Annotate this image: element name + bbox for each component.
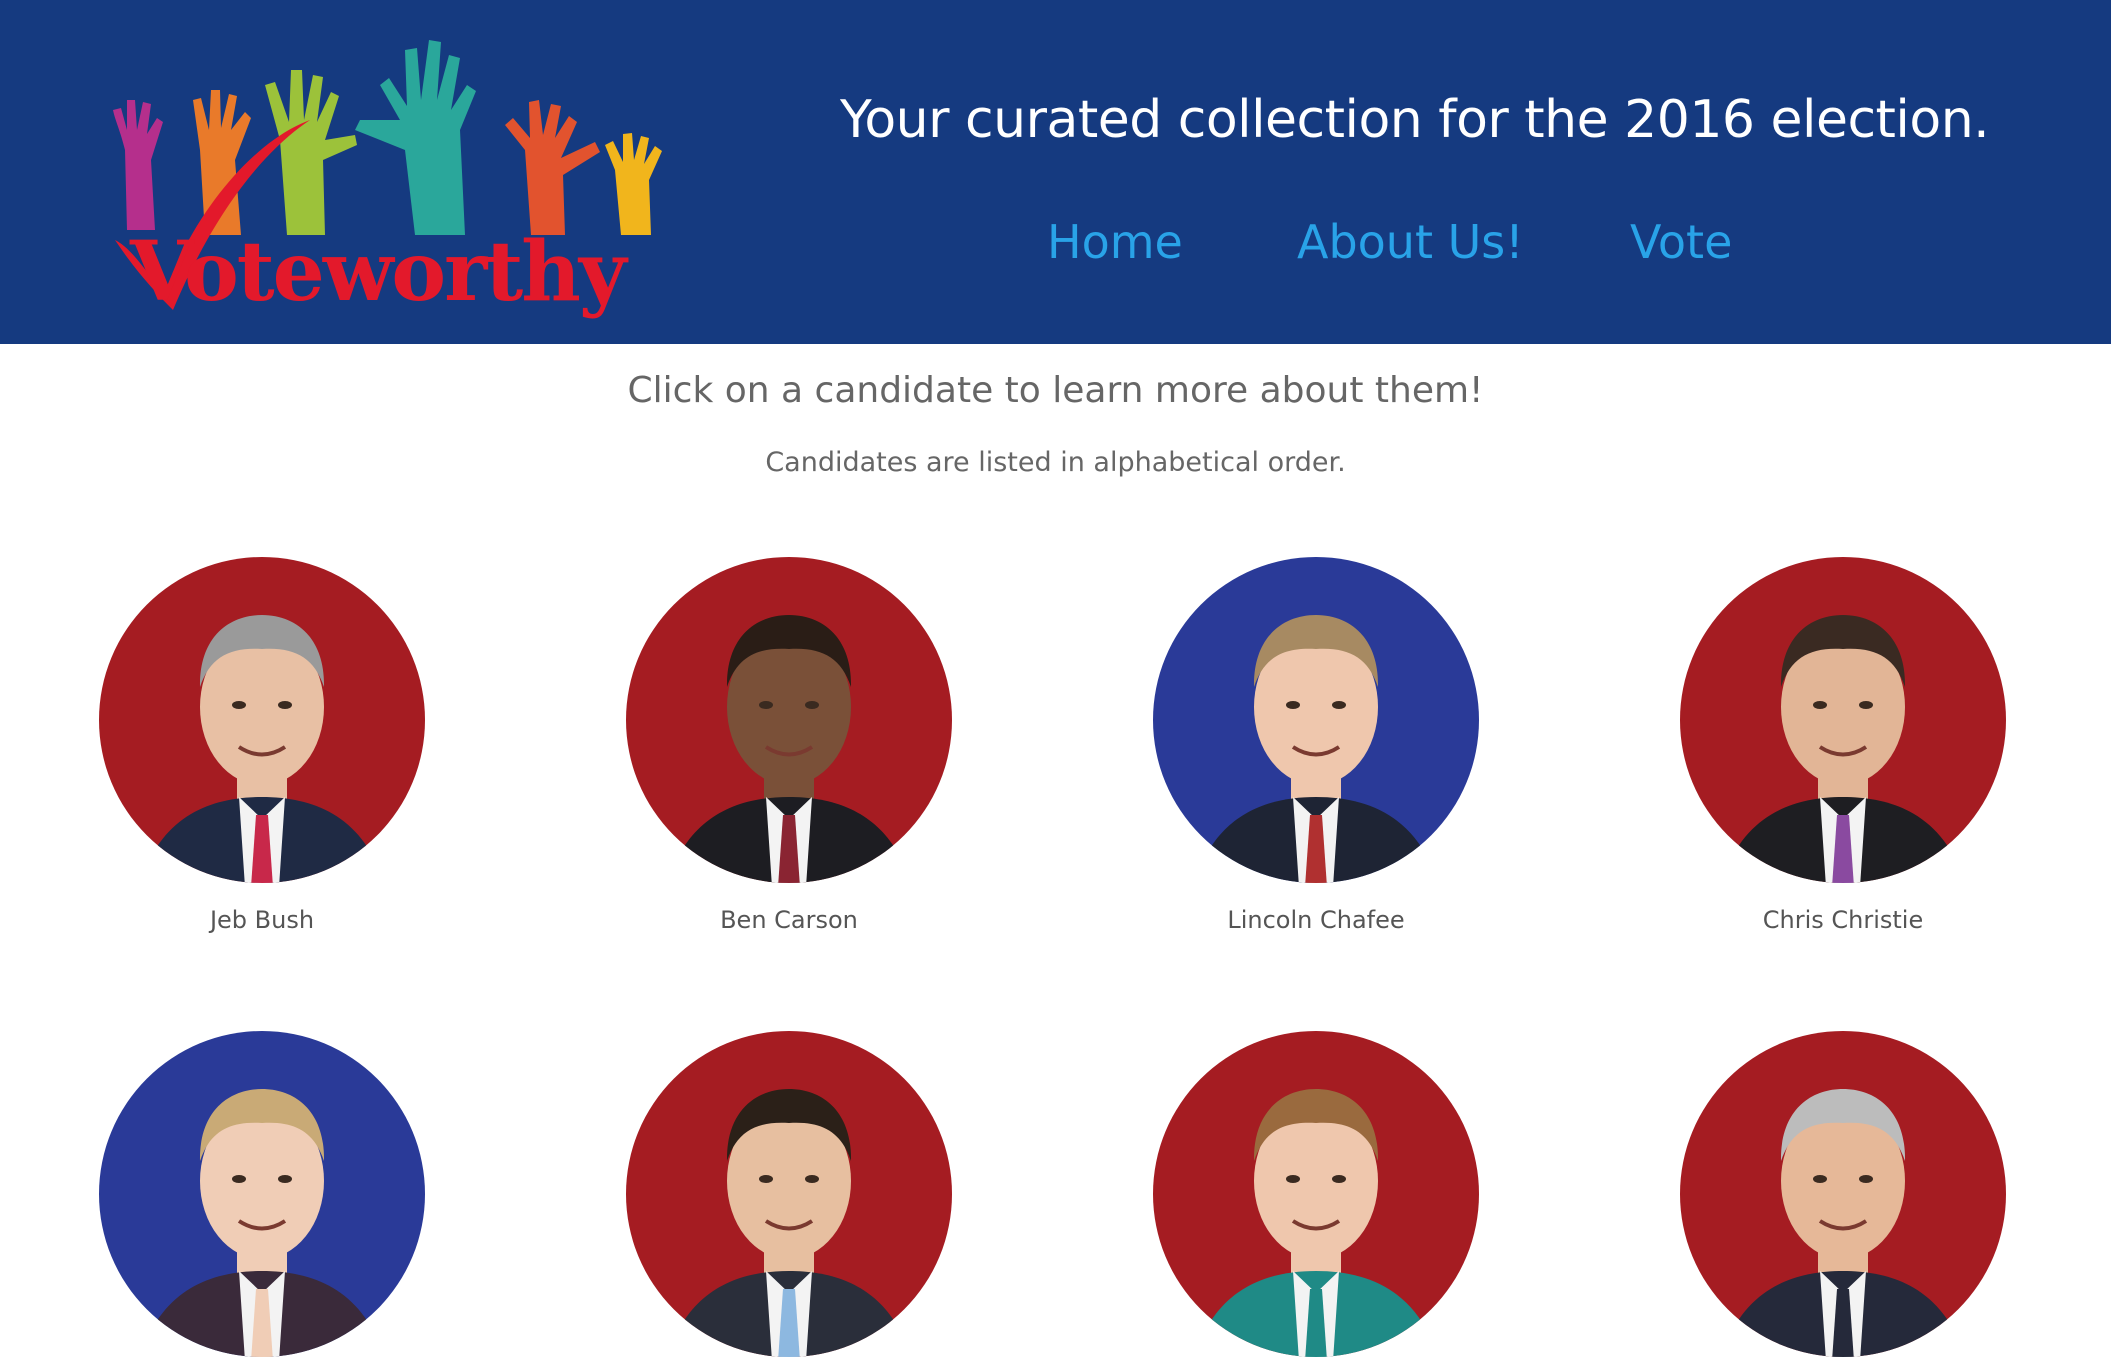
candidate-photo-placeholder — [667, 615, 911, 883]
candidate-photo-placeholder — [1194, 1089, 1438, 1357]
candidate-photo[interactable] — [626, 557, 952, 883]
site-header: Voteworthy Your curated collection for t… — [0, 0, 2111, 344]
candidate-photo[interactable] — [99, 557, 425, 883]
candidate-photo[interactable] — [1153, 557, 1479, 883]
candidate-name[interactable]: Chris Christie — [1678, 906, 2008, 934]
intro-subheading: Candidates are listed in alphabetical or… — [765, 447, 1346, 478]
site-tagline: Your curated collection for the 2016 ele… — [840, 90, 1990, 150]
candidate-photo-placeholder — [1721, 615, 1965, 883]
candidate-name[interactable]: Ben Carson — [624, 906, 954, 934]
candidate-name[interactable]: Lincoln Chafee — [1151, 906, 1481, 934]
candidate-photo-placeholder — [140, 615, 384, 883]
candidate-photo-placeholder — [667, 1089, 911, 1357]
nav-home-link[interactable]: Home — [1047, 215, 1183, 269]
hands-graphic — [113, 40, 662, 235]
candidate-photo-placeholder — [140, 1089, 384, 1357]
main-nav: Home About Us! Vote — [0, 215, 2111, 275]
nav-vote-link[interactable]: Vote — [1630, 215, 1732, 269]
candidate-photo-placeholder — [1194, 615, 1438, 883]
candidate-name[interactable]: Jeb Bush — [97, 906, 427, 934]
voteworthy-logo[interactable]: Voteworthy — [55, 30, 705, 320]
nav-about-link[interactable]: About Us! — [1297, 215, 1524, 269]
candidate-photo[interactable] — [1153, 1031, 1479, 1357]
candidate-photo[interactable] — [1680, 1031, 2006, 1357]
intro-heading: Click on a candidate to learn more about… — [627, 370, 1484, 411]
candidate-photo[interactable] — [1680, 557, 2006, 883]
candidate-photo-placeholder — [1721, 1089, 1965, 1357]
candidate-photo[interactable] — [626, 1031, 952, 1357]
candidate-photo[interactable] — [99, 1031, 425, 1357]
